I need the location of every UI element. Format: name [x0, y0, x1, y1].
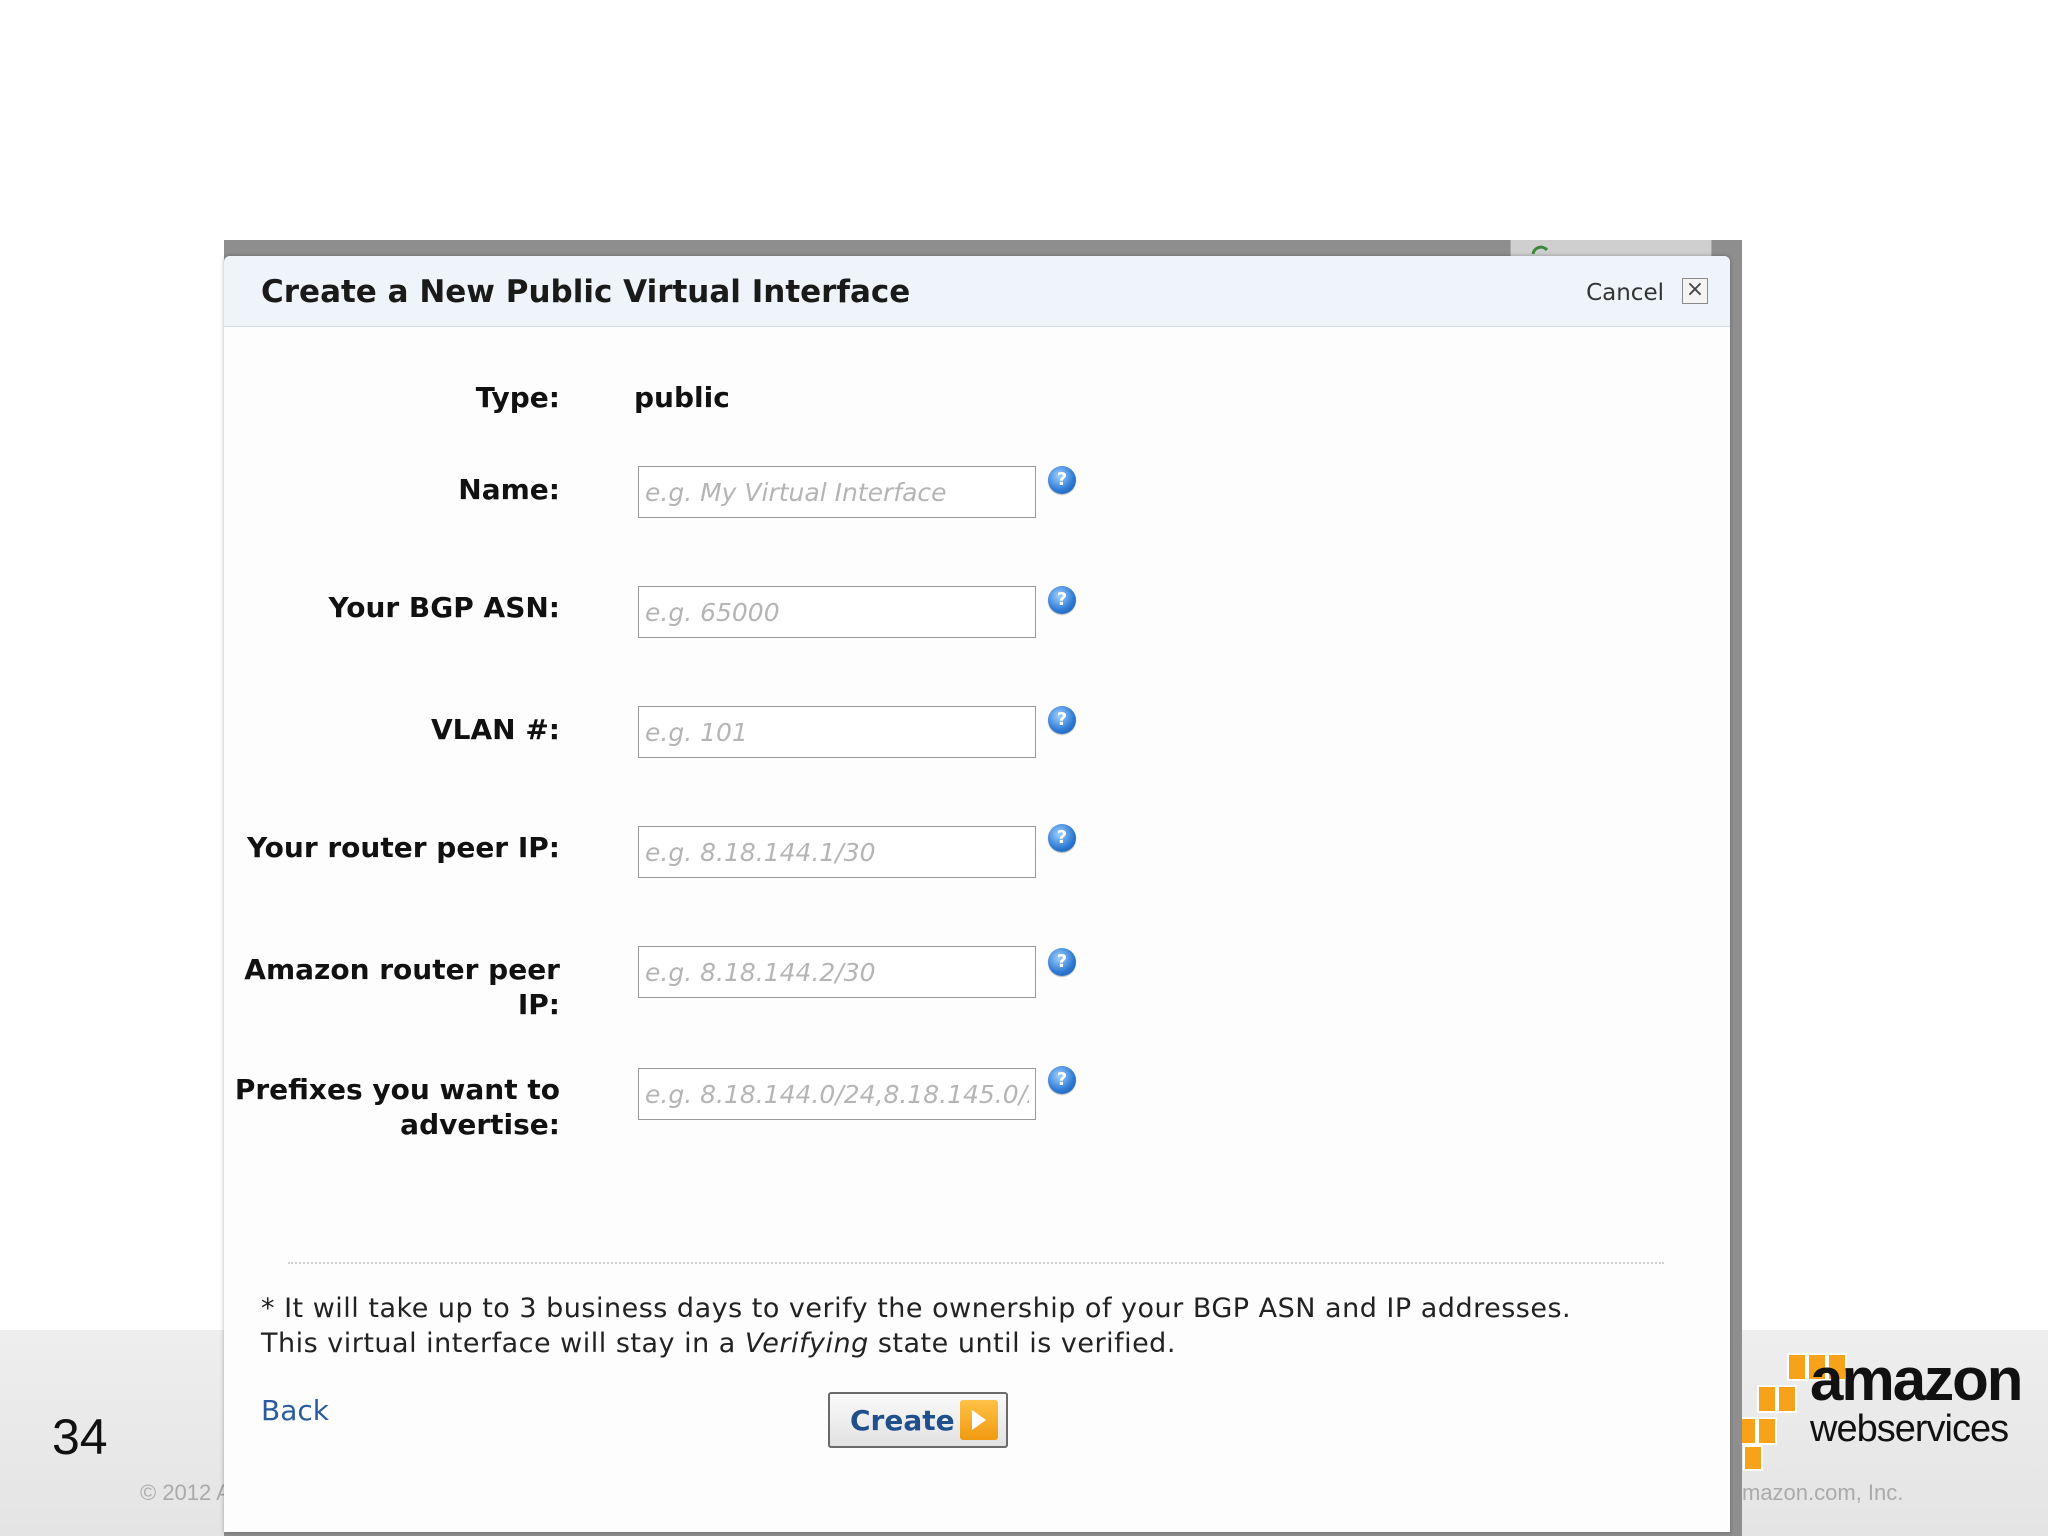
cancel-link[interactable]: Cancel	[1586, 280, 1664, 306]
create-button[interactable]: Create	[828, 1392, 1008, 1448]
aws-logo-wordmark: amazon	[1810, 1346, 2023, 1413]
bgp-asn-label: Your BGP ASN:	[328, 591, 561, 624]
copyright-text-left: © 2012 A	[140, 1480, 231, 1505]
note-line-1: * It will take up to 3 business days to …	[261, 1293, 1572, 1324]
vlan-label: VLAN #:	[430, 713, 560, 746]
type-value: public	[634, 381, 730, 414]
arrow-right-icon	[960, 1400, 998, 1440]
dialog-header: Create a New Public Virtual Interface Ca…	[224, 256, 1730, 327]
help-icon[interactable]: ?	[1048, 1066, 1076, 1094]
bgp-asn-input[interactable]	[638, 586, 1036, 638]
amazon-router-peer-ip-label: Amazon router peer IP:	[244, 953, 560, 1021]
name-input[interactable]	[638, 466, 1036, 518]
help-icon[interactable]: ?	[1048, 586, 1076, 614]
create-interface-dialog: Create a New Public Virtual Interface Ca…	[224, 256, 1730, 1532]
help-icon[interactable]: ?	[1048, 824, 1076, 852]
dialog-title: Create a New Public Virtual Interface	[261, 274, 911, 310]
prefixes-input[interactable]	[638, 1068, 1036, 1120]
background-toolbar	[1510, 240, 1712, 256]
back-link[interactable]: Back	[261, 1394, 329, 1427]
slide-number: 34	[52, 1409, 108, 1465]
type-label: Type:	[475, 381, 560, 414]
router-peer-ip-label: Your router peer IP:	[246, 831, 560, 864]
close-icon[interactable]: ×	[1682, 278, 1708, 304]
prefixes-label: Prefixes you want to advertise:	[234, 1073, 560, 1141]
screenshot-frame: Create a New Public Virtual Interface Ca…	[224, 240, 1742, 1536]
help-icon[interactable]: ?	[1048, 466, 1076, 494]
help-icon[interactable]: ?	[1048, 948, 1076, 976]
copyright-text-right: mazon.com, Inc.	[1742, 1480, 1904, 1505]
amazon-router-peer-ip-input[interactable]	[638, 946, 1036, 998]
help-icon[interactable]: ?	[1048, 706, 1076, 734]
aws-logo-tagline: webservices	[1810, 1408, 2009, 1450]
note-line-2: This virtual interface will stay in a Ve…	[261, 1328, 1176, 1359]
verification-note: * It will take up to 3 business days to …	[261, 1291, 1701, 1361]
create-button-label: Create	[850, 1404, 955, 1437]
router-peer-ip-input[interactable]	[638, 826, 1036, 878]
vlan-input[interactable]	[638, 706, 1036, 758]
divider	[288, 1262, 1664, 1264]
aws-logo: amazon webservices	[1738, 1348, 2028, 1472]
name-label: Name:	[458, 473, 560, 506]
